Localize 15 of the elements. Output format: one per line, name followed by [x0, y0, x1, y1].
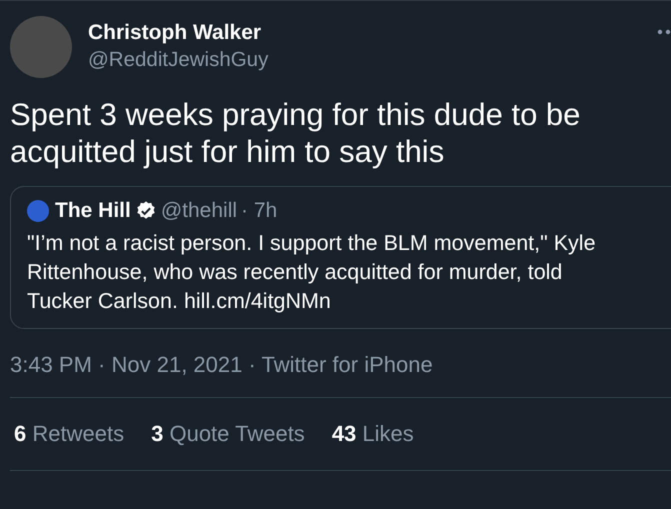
- author-name[interactable]: Christoph Walker: [88, 20, 268, 46]
- more-options-icon[interactable]: [657, 29, 671, 35]
- quoted-tweet-text: "I’m not a racist person. I support the BLM movement," Kyle Rittenhouse, who was recently acquitted for murder, told Tucker Carlson. hill.cm/4itgNMn: [27, 230, 597, 314]
- source-logo-icon: [27, 200, 49, 222]
- author-handle[interactable]: @RedditJewishGuy: [88, 46, 268, 74]
- tweet-text: Spent 3 weeks praying for this dude to be acquitted just for him to say this: [10, 96, 582, 170]
- engagement-stat-link[interactable]: 6 Retweets: [14, 417, 124, 450]
- engagement-stat-link[interactable]: 3 Quote Tweets: [151, 417, 305, 450]
- quoted-tweet-time: · 7h: [241, 198, 278, 224]
- quoted-author-name[interactable]: The Hill: [55, 195, 131, 226]
- quoted-tweet-card[interactable]: The Hill @thehill · 7h "I’m not a racist person. I support the BLM movement," Kyle Rittenhouse, who was recently acquitted for murder, told Tucker Carlson. hill.cm/4itgNMn: [10, 186, 671, 328]
- tweet-timestamp: 3:43 PM · Nov 21, 2021 · Twitter for iPhone: [10, 350, 434, 378]
- quoted-author-handle[interactable]: @thehill: [160, 195, 238, 226]
- engagement-stat-link[interactable]: 43 Likes: [332, 417, 414, 450]
- tweet-link[interactable]: hill.cm/4itgNMn: [184, 288, 331, 312]
